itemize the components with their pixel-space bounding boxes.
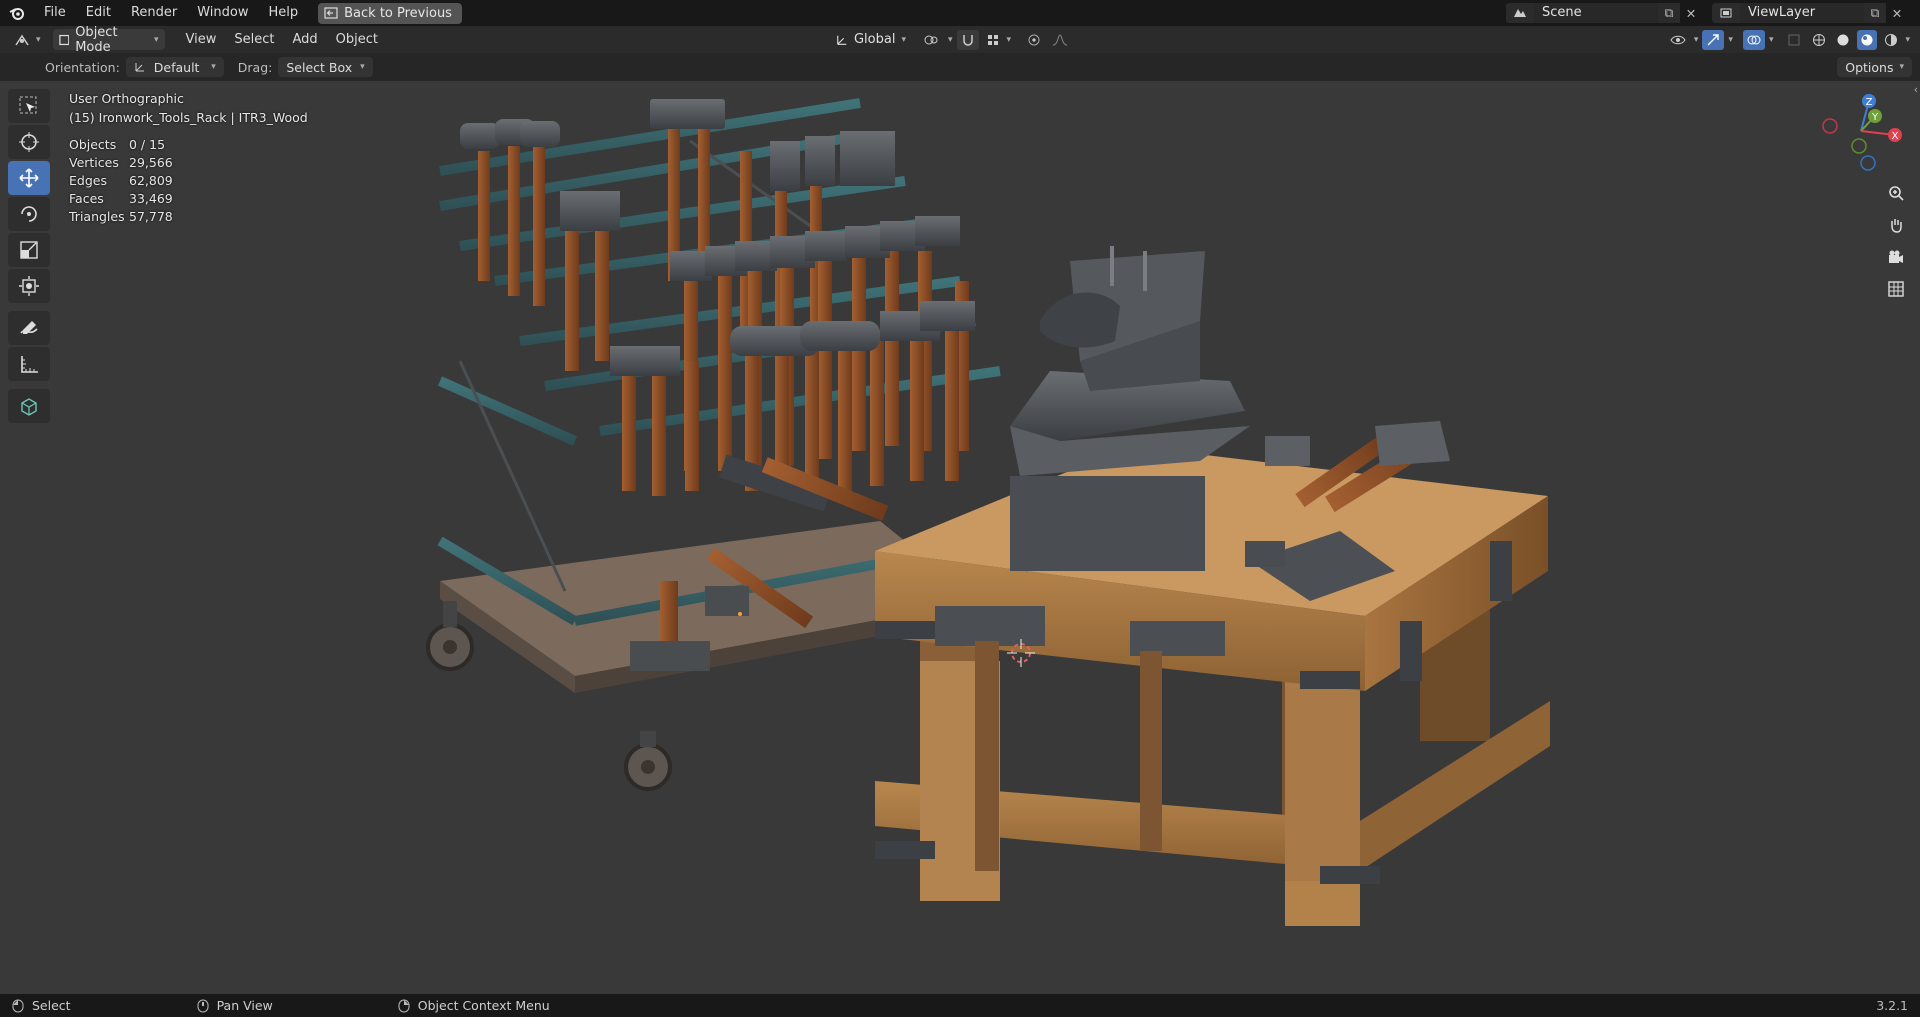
svg-text:Z: Z	[1866, 97, 1873, 108]
navigation-gizmo[interactable]: Z Y X	[1818, 91, 1904, 171]
orientation-default-icon	[135, 63, 144, 72]
new-scene-icon[interactable]: ⧉	[1658, 3, 1680, 23]
falloff-icon[interactable]	[1049, 30, 1071, 50]
menu-add[interactable]: Add	[284, 32, 327, 47]
tool-shelf	[8, 89, 52, 425]
camera-view-icon[interactable]	[1882, 243, 1910, 271]
sidebar-toggle-icon[interactable]: ‹	[1914, 83, 1918, 96]
back-to-previous-label: Back to Previous	[344, 5, 452, 21]
status-bar: Select Pan View Object Context Menu 3.2.…	[0, 994, 1920, 1017]
mouse-left-icon	[12, 999, 24, 1012]
editor-type-icon	[15, 34, 29, 45]
scene-name-field[interactable]: Scene	[1534, 3, 1658, 23]
xray-toggle-icon[interactable]	[1783, 30, 1805, 50]
gizmo-toggle-icon[interactable]	[1702, 29, 1725, 50]
menu-view[interactable]: View	[177, 32, 226, 47]
menu-file[interactable]: File	[34, 2, 76, 24]
cursor-icon[interactable]	[8, 125, 50, 159]
snap-target-icon[interactable]	[983, 30, 1003, 50]
mouse-right-icon	[398, 999, 410, 1012]
object-mode-icon	[58, 34, 69, 45]
drag-value: Select Box	[286, 59, 353, 75]
scene-statistics: Objects 0 / 15 Vertices 29,566 Edges 62,809…	[69, 137, 308, 227]
snap-toggle-icon[interactable]	[956, 29, 979, 50]
mouse-middle-icon	[197, 999, 209, 1012]
blender-logo-icon[interactable]	[0, 0, 34, 26]
orientation-icon	[837, 35, 847, 45]
scene-selector[interactable]: Scene ⧉ ✕	[1506, 3, 1702, 23]
scale-icon[interactable]	[8, 233, 50, 267]
transform-orientation-dropdown[interactable]: Global ▾	[830, 29, 912, 50]
orientation-value: Default	[153, 59, 200, 75]
zoom-icon[interactable]	[1882, 179, 1910, 207]
options-label: Options	[1845, 59, 1894, 75]
shading-wireframe-icon[interactable]	[1809, 30, 1829, 50]
ortho-grid-icon[interactable]	[1882, 275, 1910, 303]
viewport-header: ▾ Object Mode ▾ View Select Add Object G…	[0, 25, 1920, 55]
orientation-dropdown[interactable]: Default ▾	[125, 57, 224, 77]
move-icon[interactable]	[8, 161, 50, 195]
stat-faces: Faces 33,469	[69, 191, 173, 206]
select-box-icon[interactable]	[8, 89, 50, 123]
pivot-point-icon[interactable]	[918, 30, 944, 50]
viewport-overlay-info: User Orthographic (15) Ironwork_Tools_Ra…	[69, 91, 308, 227]
new-viewlayer-icon[interactable]: ⧉	[1864, 3, 1886, 23]
back-to-previous-button[interactable]: Back to Previous	[318, 2, 462, 24]
back-icon	[324, 7, 338, 19]
stat-triangles: Triangles 57,778	[69, 209, 173, 224]
status-select: Select	[12, 998, 71, 1013]
status-context-menu: Object Context Menu	[398, 998, 550, 1013]
editor-type-button[interactable]: ▾	[8, 29, 47, 50]
menu-select[interactable]: Select	[225, 32, 283, 47]
add-cube-icon[interactable]	[8, 389, 50, 423]
status-pan: Pan View	[197, 998, 273, 1013]
transform-orientation-label: Global	[853, 32, 896, 47]
viewlayer-name-field[interactable]: ViewLayer	[1740, 3, 1864, 23]
overlays-toggle-icon[interactable]	[1742, 29, 1765, 50]
mode-label: Object Mode	[75, 24, 118, 55]
drag-dropdown[interactable]: Select Box ▾	[278, 57, 373, 77]
drag-label: Drag:	[237, 59, 273, 75]
menu-edit[interactable]: Edit	[76, 2, 121, 24]
proportional-editing-icon[interactable]	[1023, 30, 1045, 50]
shading-rendered-icon[interactable]	[1881, 30, 1901, 50]
viewlayer-selector[interactable]: ViewLayer ⧉ ✕	[1712, 3, 1908, 23]
visibility-icon[interactable]	[1666, 30, 1690, 50]
active-object-name: (15) Ironwork_Tools_Rack | ITR3_Wood	[69, 110, 308, 125]
version-label: 3.2.1	[1876, 998, 1908, 1013]
rotate-icon[interactable]	[8, 197, 50, 231]
3d-viewport[interactable]: User Orthographic (15) Ironwork_Tools_Ra…	[0, 81, 1920, 994]
tool-settings-bar: Orientation: Default ▾ Drag: Select Box …	[0, 53, 1920, 81]
annotate-icon[interactable]	[8, 311, 50, 345]
pan-hand-icon[interactable]	[1882, 211, 1910, 239]
orientation-label: Orientation:	[45, 59, 120, 75]
shading-solid-icon[interactable]	[1833, 30, 1853, 50]
mode-dropdown[interactable]: Object Mode ▾	[52, 25, 165, 55]
measure-icon[interactable]	[8, 347, 50, 381]
stat-objects: Objects 0 / 15	[69, 137, 166, 152]
top-menu-bar: File Edit Render Window Help Back to Pre…	[0, 0, 1920, 26]
menu-render[interactable]: Render	[121, 2, 187, 24]
svg-text:Y: Y	[1871, 112, 1879, 123]
menu-object[interactable]: Object	[327, 32, 387, 47]
options-dropdown[interactable]: Options ▾	[1837, 57, 1912, 77]
transform-icon[interactable]	[8, 269, 50, 303]
stat-edges: Edges 62,809	[69, 173, 173, 188]
viewlayer-icon	[1712, 3, 1740, 23]
delete-viewlayer-icon[interactable]: ✕	[1886, 3, 1908, 23]
menu-window[interactable]: Window	[187, 2, 258, 24]
scene-icon	[1506, 3, 1534, 23]
svg-text:X: X	[1892, 131, 1899, 142]
shading-material-icon[interactable]	[1857, 29, 1878, 50]
stat-vertices: Vertices 29,566	[69, 155, 173, 170]
view-name: User Orthographic	[69, 91, 184, 106]
delete-scene-icon[interactable]: ✕	[1680, 3, 1702, 23]
menu-help[interactable]: Help	[259, 2, 309, 24]
